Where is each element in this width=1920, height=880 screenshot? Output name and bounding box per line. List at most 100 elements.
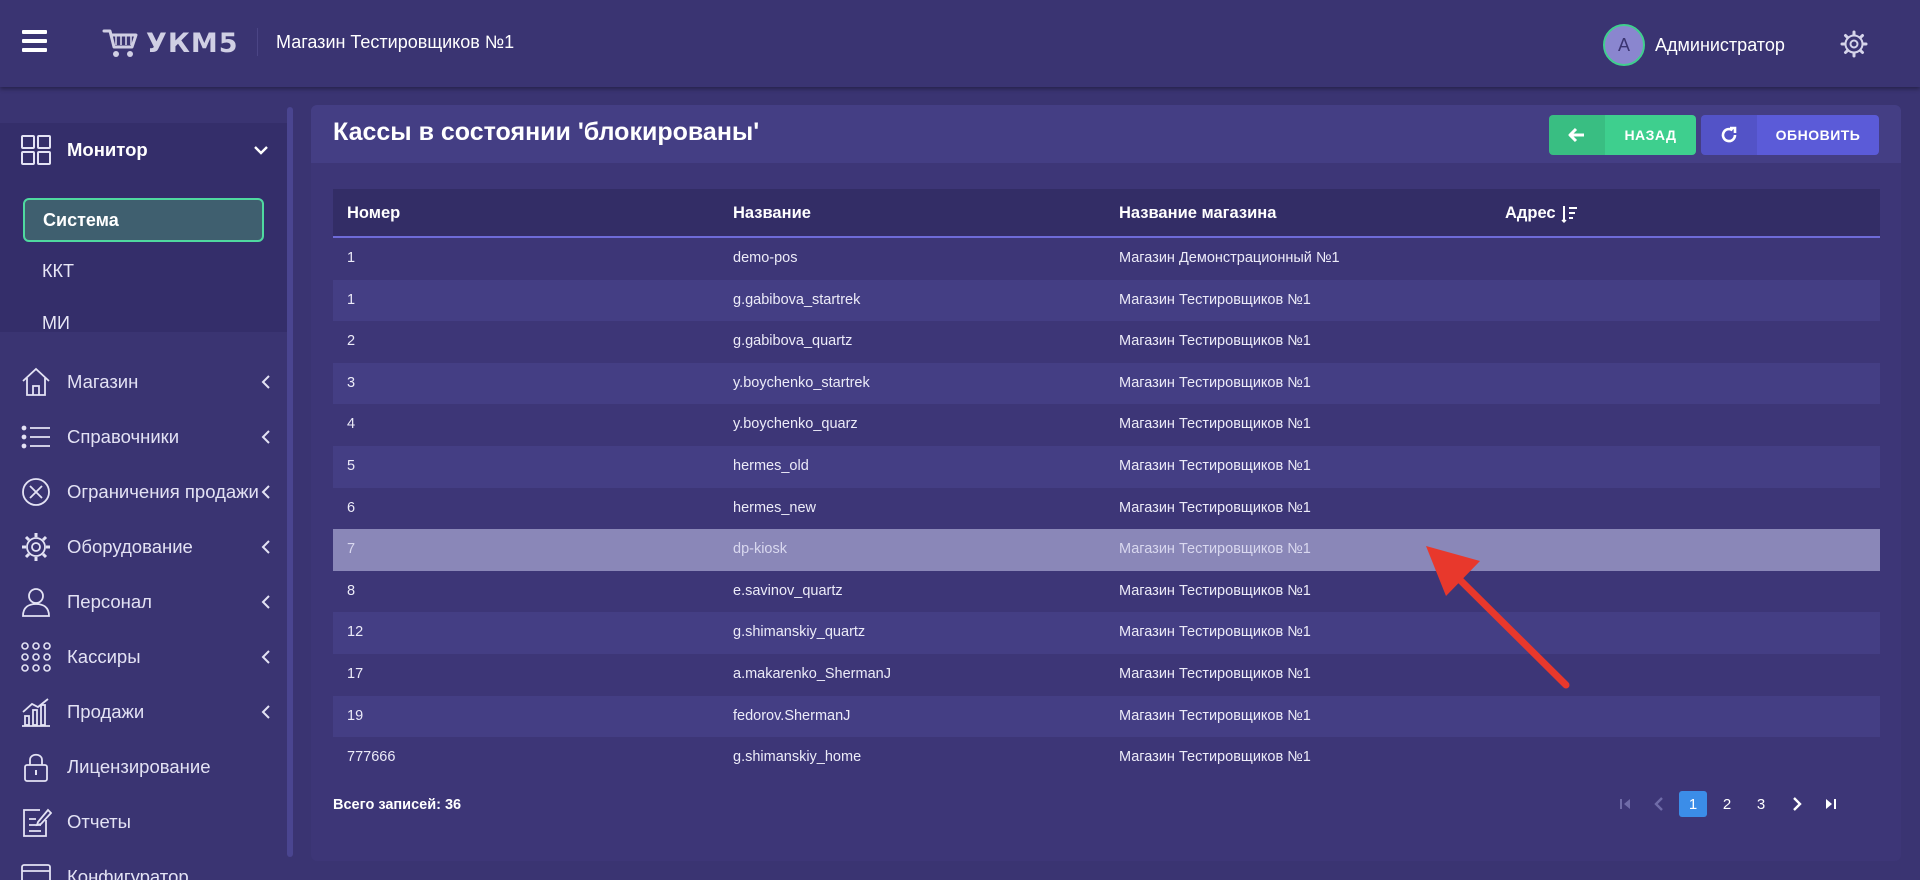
cell-store-name: Магазин Тестировщиков №1 bbox=[1119, 707, 1311, 724]
table-row[interactable]: 12 g.shimanskiy_quartz Магазин Тестировщик… bbox=[333, 612, 1880, 654]
pagination: 1 2 3 bbox=[1611, 791, 1845, 817]
chevron-left-icon bbox=[261, 540, 270, 554]
cell-number: 1 bbox=[347, 291, 356, 308]
refresh-button[interactable]: ОБНОВИТЬ bbox=[1701, 115, 1879, 155]
cell-number: 2 bbox=[347, 333, 356, 350]
back-button[interactable]: НАЗАД bbox=[1549, 115, 1696, 155]
chevron-left-icon bbox=[261, 485, 270, 499]
next-page-icon[interactable] bbox=[1783, 791, 1811, 817]
table-row[interactable]: 2 g.gabibova_quartz Магазин Тестировщиков … bbox=[333, 321, 1880, 363]
table-row[interactable]: 8 e.savinov_quartz Магазин Тестировщиков №… bbox=[333, 570, 1880, 613]
back-button-label: НАЗАД bbox=[1624, 127, 1677, 143]
sidebar-item-label: Справочники bbox=[67, 426, 180, 447]
sidebar-item-directories[interactable]: Справочники bbox=[0, 415, 288, 459]
arrow-left-icon bbox=[1549, 115, 1605, 155]
cashiers-grid-icon bbox=[21, 642, 51, 672]
cell-name: hermes_new bbox=[733, 499, 817, 516]
logo[interactable]: УКМ5 bbox=[102, 26, 239, 60]
table-row-selected[interactable]: 7 dp-kiosk Магазин Тестировщиков №1 bbox=[333, 529, 1880, 571]
sidebar-subitem-system[interactable]: Система bbox=[23, 198, 264, 242]
lock-icon bbox=[24, 753, 48, 782]
cell-name: g.gabibova_startrek bbox=[733, 291, 861, 308]
cell-number: 19 bbox=[347, 707, 364, 724]
cell-number: 1 bbox=[347, 250, 356, 266]
sidebar-item-cashiers[interactable]: Кассиры bbox=[0, 635, 288, 679]
cell-number: 3 bbox=[347, 374, 356, 391]
page-1[interactable]: 1 bbox=[1679, 791, 1707, 817]
sidebar-item-licensing[interactable]: Лицензирование bbox=[0, 745, 288, 789]
sidebar-scrollbar[interactable] bbox=[287, 107, 293, 857]
sidebar-item-configurator[interactable]: Конфигуратор bbox=[0, 855, 288, 880]
cash-registers-table: Номер Название Название магазина Адрес 1… bbox=[333, 189, 1880, 779]
report-icon bbox=[23, 808, 52, 837]
sidebar-item-label: Кассиры bbox=[67, 646, 141, 667]
table-row[interactable]: 5 hermes_old Магазин Тестировщиков №1 bbox=[333, 445, 1880, 488]
cell-store-name: Магазин Тестировщиков №1 bbox=[1119, 333, 1311, 350]
prev-page-icon[interactable] bbox=[1645, 791, 1673, 817]
cell-store-name: Магазин Тестировщиков №1 bbox=[1119, 416, 1311, 433]
column-header-number[interactable]: Номер bbox=[347, 204, 400, 223]
sidebar-item-sale-restrictions[interactable]: Ограничения продажи bbox=[0, 470, 288, 514]
page-title: Кассы в состоянии 'блокированы' bbox=[333, 118, 760, 146]
table-row[interactable]: 19 fedorov.ShermanJ Магазин Тестировщиков … bbox=[333, 695, 1880, 738]
sort-icon[interactable] bbox=[1561, 204, 1579, 224]
username[interactable]: Администратор bbox=[1655, 35, 1785, 56]
sidebar-item-label: Конфигуратор bbox=[67, 866, 189, 880]
home-icon bbox=[22, 367, 50, 396]
cell-name: fedorov.ShermanJ bbox=[733, 707, 851, 724]
table-row[interactable]: 1 demo-pos Магазин Демонстрационный №1 bbox=[333, 238, 1880, 280]
table-row[interactable]: 17 a.makarenko_ShermanJ Магазин Тестировщи… bbox=[333, 653, 1880, 696]
sidebar-subitem-kkt[interactable]: ККТ bbox=[42, 261, 74, 282]
chevron-left-icon bbox=[261, 595, 270, 609]
cell-number: 17 bbox=[347, 665, 364, 682]
page-3[interactable]: 3 bbox=[1747, 791, 1775, 817]
cell-store-name: Магазин Тестировщиков №1 bbox=[1119, 582, 1311, 599]
cell-number: 4 bbox=[347, 416, 356, 433]
cell-number: 8 bbox=[347, 582, 356, 599]
table-row[interactable]: 4 y.boychenko_quarz Магазин Тестировщиков … bbox=[333, 404, 1880, 446]
first-page-icon[interactable] bbox=[1611, 791, 1639, 817]
avatar[interactable]: А bbox=[1603, 24, 1645, 66]
page-2[interactable]: 2 bbox=[1713, 791, 1741, 817]
sidebar-subitem-mi[interactable]: МИ bbox=[42, 313, 70, 334]
panel-header: Кассы в состоянии 'блокированы' НАЗАД ОБ… bbox=[311, 105, 1901, 163]
table-body: 1 demo-pos Магазин Демонстрационный №1 1 g.g… bbox=[333, 238, 1880, 779]
cell-name: e.savinov_quartz bbox=[733, 582, 843, 599]
column-header-address[interactable]: Адрес bbox=[1505, 204, 1556, 223]
table-header: Номер Название Название магазина Адрес bbox=[333, 189, 1880, 238]
table-row[interactable]: 777666 g.shimanskiy_home Магазин Тестировщ… bbox=[333, 737, 1880, 779]
table-row[interactable]: 3 y.boychenko_startrek Магазин Тестировщик… bbox=[333, 362, 1880, 405]
chevron-left-icon bbox=[261, 430, 270, 444]
column-header-name[interactable]: Название bbox=[733, 204, 811, 223]
cell-name: demo-pos bbox=[733, 250, 798, 266]
list-icon bbox=[21, 425, 50, 449]
cell-name: hermes_old bbox=[733, 457, 809, 474]
total-records: Всего записей: 36 bbox=[333, 797, 462, 813]
cell-name: g.gabibova_quartz bbox=[733, 333, 853, 350]
chevron-left-icon bbox=[261, 375, 270, 389]
person-icon bbox=[22, 588, 50, 617]
equipment-gear-icon bbox=[22, 533, 50, 561]
sidebar-item-label: Лицензирование bbox=[67, 756, 211, 777]
sidebar-item-equipment[interactable]: Оборудование bbox=[0, 525, 288, 569]
sidebar-item-store[interactable]: Магазин bbox=[0, 360, 288, 404]
cell-store-name: Магазин Тестировщиков №1 bbox=[1119, 749, 1311, 766]
cart-icon bbox=[102, 29, 138, 57]
sidebar-item-label: Ограничения продажи bbox=[67, 481, 259, 502]
sidebar-item-staff[interactable]: Персонал bbox=[0, 580, 288, 624]
last-page-icon[interactable] bbox=[1817, 791, 1845, 817]
sidebar-item-label: Персонал bbox=[67, 591, 152, 612]
table-row[interactable]: 6 hermes_new Магазин Тестировщиков №1 bbox=[333, 487, 1880, 530]
main-panel: Кассы в состоянии 'блокированы' НАЗАД ОБ… bbox=[311, 105, 1901, 861]
cell-name: a.makarenko_ShermanJ bbox=[733, 665, 891, 682]
settings-gear-icon[interactable] bbox=[1840, 30, 1868, 58]
menu-burger-icon[interactable] bbox=[22, 30, 47, 52]
chevron-left-icon bbox=[261, 650, 270, 664]
sidebar-item-label: Оборудование bbox=[67, 536, 193, 557]
table-row[interactable]: 1 g.gabibova_startrek Магазин Тестировщико… bbox=[333, 279, 1880, 322]
sidebar-item-sales[interactable]: Продажи bbox=[0, 690, 288, 734]
sidebar-item-reports[interactable]: Отчеты bbox=[0, 800, 288, 844]
sidebar: Монитор Система ККТ МИ Магазин Справочни… bbox=[0, 87, 288, 880]
sidebar-item-monitor[interactable]: Монитор bbox=[0, 123, 288, 177]
column-header-store-name[interactable]: Название магазина bbox=[1119, 204, 1276, 223]
